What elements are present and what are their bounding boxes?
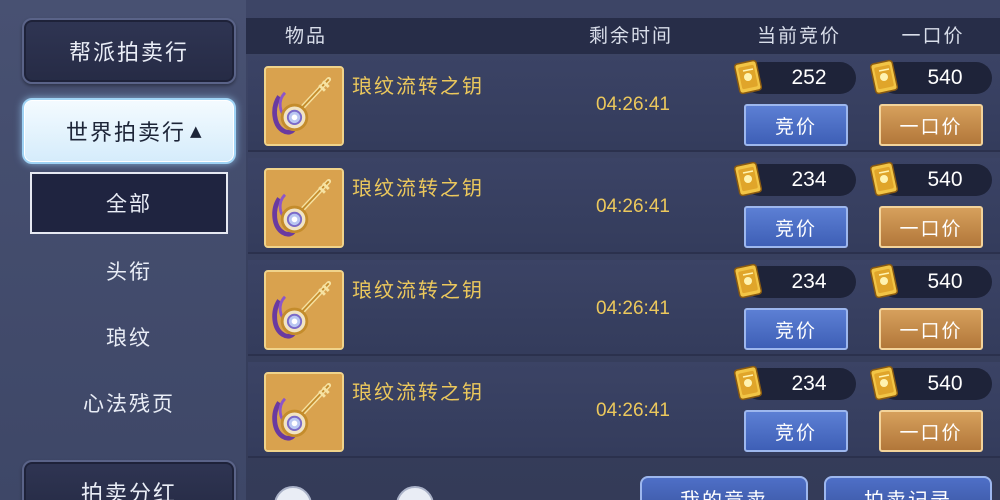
gold-ingot-scroll-icon [870, 59, 898, 95]
my-bids-label: 我的竞卖 [680, 488, 768, 500]
header-remaining-time: 剩余时间 [588, 25, 673, 47]
listing-row[interactable]: 琅纹流转之钥 04:26:41 234 540 竞价 一口价 [248, 158, 1000, 254]
remaining-time: 04:26:41 [596, 94, 670, 115]
remaining-time: 04:26:41 [596, 298, 670, 319]
world-auction-tab[interactable]: 世界拍卖行 ▲ [22, 98, 236, 164]
current-bid-value: 234 [791, 168, 827, 191]
remaining-time: 04:26:41 [596, 400, 670, 421]
current-bid-value: 234 [791, 372, 827, 395]
buyout-button[interactable]: 一口价 [879, 308, 983, 350]
buyout-price: 540 [880, 62, 992, 94]
category-skill-pages[interactable]: 心法残页 [30, 372, 228, 434]
bid-button[interactable]: 竞价 [744, 104, 848, 146]
buyout-value: 540 [927, 168, 963, 191]
current-bid-price: 252 [744, 62, 856, 94]
golden-key-icon[interactable] [264, 168, 344, 248]
page-next-button[interactable] [396, 486, 434, 500]
auction-dividend-tab[interactable]: 拍卖分红 [22, 460, 236, 500]
bid-button[interactable]: 竞价 [744, 410, 848, 452]
category-title[interactable]: 头衔 [30, 240, 228, 302]
collapse-triangle-icon: ▲ [190, 122, 204, 140]
gold-ingot-scroll-icon [734, 59, 762, 95]
item-name: 琅纹流转之钥 [352, 278, 484, 302]
category-label: 头衔 [106, 260, 152, 284]
page-prev-button[interactable] [274, 486, 312, 500]
listing-table-header: 物品 剩余时间 当前竞价 一口价 [246, 18, 1000, 54]
buyout-price: 540 [880, 266, 992, 298]
buyout-value: 540 [927, 372, 963, 395]
gold-ingot-scroll-icon [734, 365, 762, 401]
category-all[interactable]: 全部 [30, 172, 228, 234]
bid-button[interactable]: 竞价 [744, 308, 848, 350]
category-sidebar: 帮派拍卖行 世界拍卖行 ▲ 全部 头衔 琅纹 心法残页 拍卖分红 [0, 0, 246, 500]
auction-log-label: 拍卖记录 [864, 488, 952, 500]
gold-ingot-scroll-icon [870, 263, 898, 299]
bid-button[interactable]: 竞价 [744, 206, 848, 248]
gold-ingot-scroll-icon [870, 161, 898, 197]
item-name: 琅纹流转之钥 [352, 380, 484, 404]
buyout-button[interactable]: 一口价 [879, 104, 983, 146]
category-langwen[interactable]: 琅纹 [30, 306, 228, 368]
header-buyout: 一口价 [901, 25, 965, 47]
gold-ingot-scroll-icon [734, 161, 762, 197]
buyout-value: 540 [927, 270, 963, 293]
category-label: 琅纹 [106, 326, 152, 350]
guild-auction-label: 帮派拍卖行 [68, 41, 189, 66]
gold-ingot-scroll-icon [734, 263, 762, 299]
header-current-bid: 当前竞价 [756, 25, 841, 47]
buyout-button[interactable]: 一口价 [879, 410, 983, 452]
listing-row[interactable]: 琅纹流转之钥 04:26:41 234 540 竞价 一口价 [248, 260, 1000, 356]
current-bid-value: 234 [791, 270, 827, 293]
buyout-value: 540 [927, 66, 963, 89]
world-auction-label: 世界拍卖行 [66, 121, 187, 146]
gold-ingot-scroll-icon [870, 365, 898, 401]
buyout-price: 540 [880, 368, 992, 400]
header-item: 物品 [284, 25, 327, 47]
remaining-time: 04:26:41 [596, 196, 670, 217]
current-bid-value: 252 [791, 66, 827, 89]
item-name: 琅纹流转之钥 [352, 74, 484, 98]
current-bid-price: 234 [744, 266, 856, 298]
golden-key-icon[interactable] [264, 372, 344, 452]
current-bid-price: 234 [744, 368, 856, 400]
auction-log-button[interactable]: 拍卖记录 [824, 476, 992, 500]
item-name: 琅纹流转之钥 [352, 176, 484, 200]
listing-row[interactable]: 琅纹流转之钥 04:26:41 234 540 竞价 一口价 [248, 362, 1000, 458]
category-label: 全部 [106, 192, 152, 216]
current-bid-price: 234 [744, 164, 856, 196]
buyout-price: 540 [880, 164, 992, 196]
auction-dividend-label: 拍卖分红 [80, 482, 177, 500]
golden-key-icon[interactable] [264, 270, 344, 350]
category-label: 心法残页 [83, 392, 175, 416]
listing-row[interactable]: 琅纹流转之钥 04:26:41 252 540 竞价 一口价 [248, 56, 1000, 152]
guild-auction-tab[interactable]: 帮派拍卖行 [22, 18, 236, 84]
my-bids-button[interactable]: 我的竞卖 [640, 476, 808, 500]
buyout-button[interactable]: 一口价 [879, 206, 983, 248]
golden-key-icon[interactable] [264, 66, 344, 146]
